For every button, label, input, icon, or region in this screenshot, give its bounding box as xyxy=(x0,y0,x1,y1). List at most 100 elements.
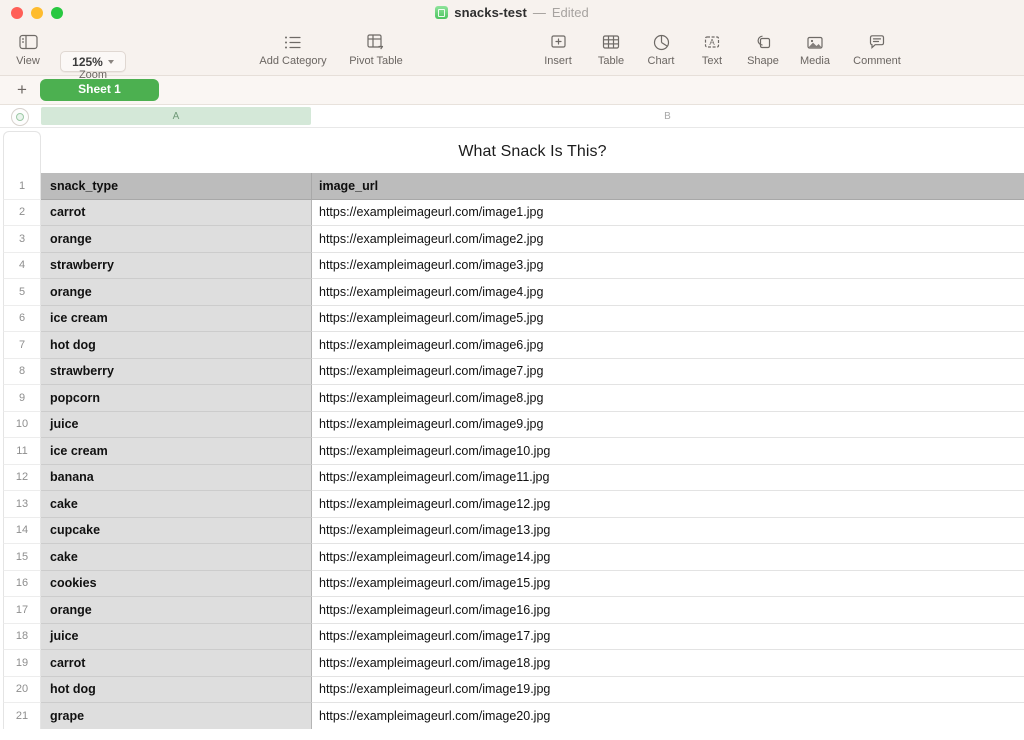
row-gutter-title-cell[interactable] xyxy=(3,131,41,173)
table-row: hot doghttps://exampleimageurl.com/image… xyxy=(41,332,1024,359)
cell-snack-type[interactable]: hot dog xyxy=(41,332,311,359)
cell-image-url[interactable]: https://exampleimageurl.com/image6.jpg xyxy=(311,332,1024,359)
numbers-window: snacks-test — Edited View 125% Zoom xyxy=(0,0,1024,740)
cell-snack-type[interactable]: ice cream xyxy=(41,306,311,333)
cell-snack-type[interactable]: popcorn xyxy=(41,385,311,412)
cell-snack-type[interactable]: orange xyxy=(41,597,311,624)
cell-image-url[interactable]: https://exampleimageurl.com/image13.jpg xyxy=(311,518,1024,545)
chart-label: Chart xyxy=(648,55,675,68)
cell-image-url[interactable]: https://exampleimageurl.com/image12.jpg xyxy=(311,491,1024,518)
cell-snack-type[interactable]: cookies xyxy=(41,571,311,598)
cell-snack-type[interactable]: juice xyxy=(41,624,311,651)
table-title-row[interactable]: What Snack Is This? xyxy=(41,131,1024,173)
row-number[interactable]: 12 xyxy=(3,465,41,492)
row-number[interactable]: 9 xyxy=(3,385,41,412)
row-number[interactable]: 20 xyxy=(3,677,41,704)
column-header-a[interactable]: A xyxy=(41,107,311,125)
cell-image-url[interactable]: https://exampleimageurl.com/image18.jpg xyxy=(311,650,1024,677)
header-cell-image-url[interactable]: image_url xyxy=(311,173,1024,200)
pivot-table-button[interactable]: Pivot Table xyxy=(344,29,408,68)
row-number[interactable]: 19 xyxy=(3,650,41,677)
cell-image-url[interactable]: https://exampleimageurl.com/image4.jpg xyxy=(311,279,1024,306)
row-number[interactable]: 2 xyxy=(3,200,41,227)
view-button[interactable]: View xyxy=(0,29,60,68)
cell-image-url[interactable]: https://exampleimageurl.com/image2.jpg xyxy=(311,226,1024,253)
add-category-button[interactable]: Add Category xyxy=(260,29,326,68)
cell-snack-type[interactable]: carrot xyxy=(41,200,311,227)
cell-snack-type[interactable]: hot dog xyxy=(41,677,311,704)
cell-snack-type[interactable]: orange xyxy=(41,226,311,253)
row-number[interactable]: 5 xyxy=(3,279,41,306)
cell-snack-type[interactable]: cupcake xyxy=(41,518,311,545)
row-number[interactable]: 15 xyxy=(3,544,41,571)
row-number[interactable]: 3 xyxy=(3,226,41,253)
table-row: cookieshttps://exampleimageurl.com/image… xyxy=(41,571,1024,598)
zoom-window-button[interactable] xyxy=(51,7,63,19)
cell-image-url[interactable]: https://exampleimageurl.com/image19.jpg xyxy=(311,677,1024,704)
row-number[interactable]: 8 xyxy=(3,359,41,386)
column-header-b[interactable]: B xyxy=(311,107,1024,125)
row-number[interactable]: 10 xyxy=(3,412,41,439)
cell-snack-type[interactable]: carrot xyxy=(41,650,311,677)
cell-snack-type[interactable]: cake xyxy=(41,491,311,518)
row-number[interactable]: 4 xyxy=(3,253,41,280)
cell-snack-type[interactable]: ice cream xyxy=(41,438,311,465)
media-image-icon xyxy=(806,29,824,55)
chevron-down-icon xyxy=(108,60,114,64)
cell-snack-type[interactable]: strawberry xyxy=(41,359,311,386)
row-number[interactable]: 16 xyxy=(3,571,41,598)
row-number[interactable]: 13 xyxy=(3,491,41,518)
sheet-tab-sheet-1[interactable]: Sheet 1 xyxy=(40,79,159,101)
select-all-table-button[interactable] xyxy=(11,108,29,126)
cell-image-url[interactable]: https://exampleimageurl.com/image15.jpg xyxy=(311,571,1024,598)
list-icon xyxy=(284,29,302,55)
row-number[interactable]: 21 xyxy=(3,703,41,729)
header-cell-snack-type[interactable]: snack_type xyxy=(41,173,311,200)
add-sheet-button[interactable]: + xyxy=(14,81,30,100)
row-number[interactable]: 6 xyxy=(3,306,41,333)
cell-image-url[interactable]: https://exampleimageurl.com/image14.jpg xyxy=(311,544,1024,571)
comment-icon xyxy=(868,29,886,55)
cell-snack-type[interactable]: juice xyxy=(41,412,311,439)
cell-image-url[interactable]: https://exampleimageurl.com/image16.jpg xyxy=(311,597,1024,624)
cell-image-url[interactable]: https://exampleimageurl.com/image1.jpg xyxy=(311,200,1024,227)
table-row: popcornhttps://exampleimageurl.com/image… xyxy=(41,385,1024,412)
page-title: What Snack Is This? xyxy=(458,143,606,161)
table-label: Table xyxy=(598,55,624,68)
table-row: bananahttps://exampleimageurl.com/image1… xyxy=(41,465,1024,492)
pivot-table-label: Pivot Table xyxy=(349,55,403,68)
row-number[interactable]: 7 xyxy=(3,332,41,359)
media-button[interactable]: Media xyxy=(783,29,847,68)
cell-image-url[interactable]: https://exampleimageurl.com/image17.jpg xyxy=(311,624,1024,651)
zoom-label: Zoom xyxy=(79,69,107,82)
spreadsheet-canvas: A B 12345678910111213141516171819202122 … xyxy=(0,105,1024,729)
cell-image-url[interactable]: https://exampleimageurl.com/image20.jpg xyxy=(311,703,1024,729)
close-window-button[interactable] xyxy=(11,7,23,19)
cell-snack-type[interactable]: orange xyxy=(41,279,311,306)
cell-snack-type[interactable]: grape xyxy=(41,703,311,729)
comment-button[interactable]: Comment xyxy=(845,29,909,68)
cell-snack-type[interactable]: banana xyxy=(41,465,311,492)
cell-image-url[interactable]: https://exampleimageurl.com/image8.jpg xyxy=(311,385,1024,412)
table-row: juicehttps://exampleimageurl.com/image17… xyxy=(41,624,1024,651)
cell-image-url[interactable]: https://exampleimageurl.com/image9.jpg xyxy=(311,412,1024,439)
document-title: snacks-test — Edited xyxy=(0,0,1024,25)
numbers-document-icon xyxy=(435,6,448,19)
row-number[interactable]: 11 xyxy=(3,438,41,465)
table-row: carrothttps://exampleimageurl.com/image1… xyxy=(41,200,1024,227)
traffic-light-group xyxy=(0,7,63,19)
cell-image-url[interactable]: https://exampleimageurl.com/image7.jpg xyxy=(311,359,1024,386)
row-number[interactable]: 18 xyxy=(3,624,41,651)
cell-snack-type[interactable]: cake xyxy=(41,544,311,571)
table-row: ice creamhttps://exampleimageurl.com/ima… xyxy=(41,306,1024,333)
row-number[interactable]: 14 xyxy=(3,518,41,545)
cell-image-url[interactable]: https://exampleimageurl.com/image10.jpg xyxy=(311,438,1024,465)
cell-snack-type[interactable]: strawberry xyxy=(41,253,311,280)
cell-image-url[interactable]: https://exampleimageurl.com/image5.jpg xyxy=(311,306,1024,333)
row-number[interactable]: 17 xyxy=(3,597,41,624)
minimize-window-button[interactable] xyxy=(31,7,43,19)
cell-image-url[interactable]: https://exampleimageurl.com/image3.jpg xyxy=(311,253,1024,280)
shape-label: Shape xyxy=(747,55,779,68)
cell-image-url[interactable]: https://exampleimageurl.com/image11.jpg xyxy=(311,465,1024,492)
row-number[interactable]: 1 xyxy=(3,173,41,200)
